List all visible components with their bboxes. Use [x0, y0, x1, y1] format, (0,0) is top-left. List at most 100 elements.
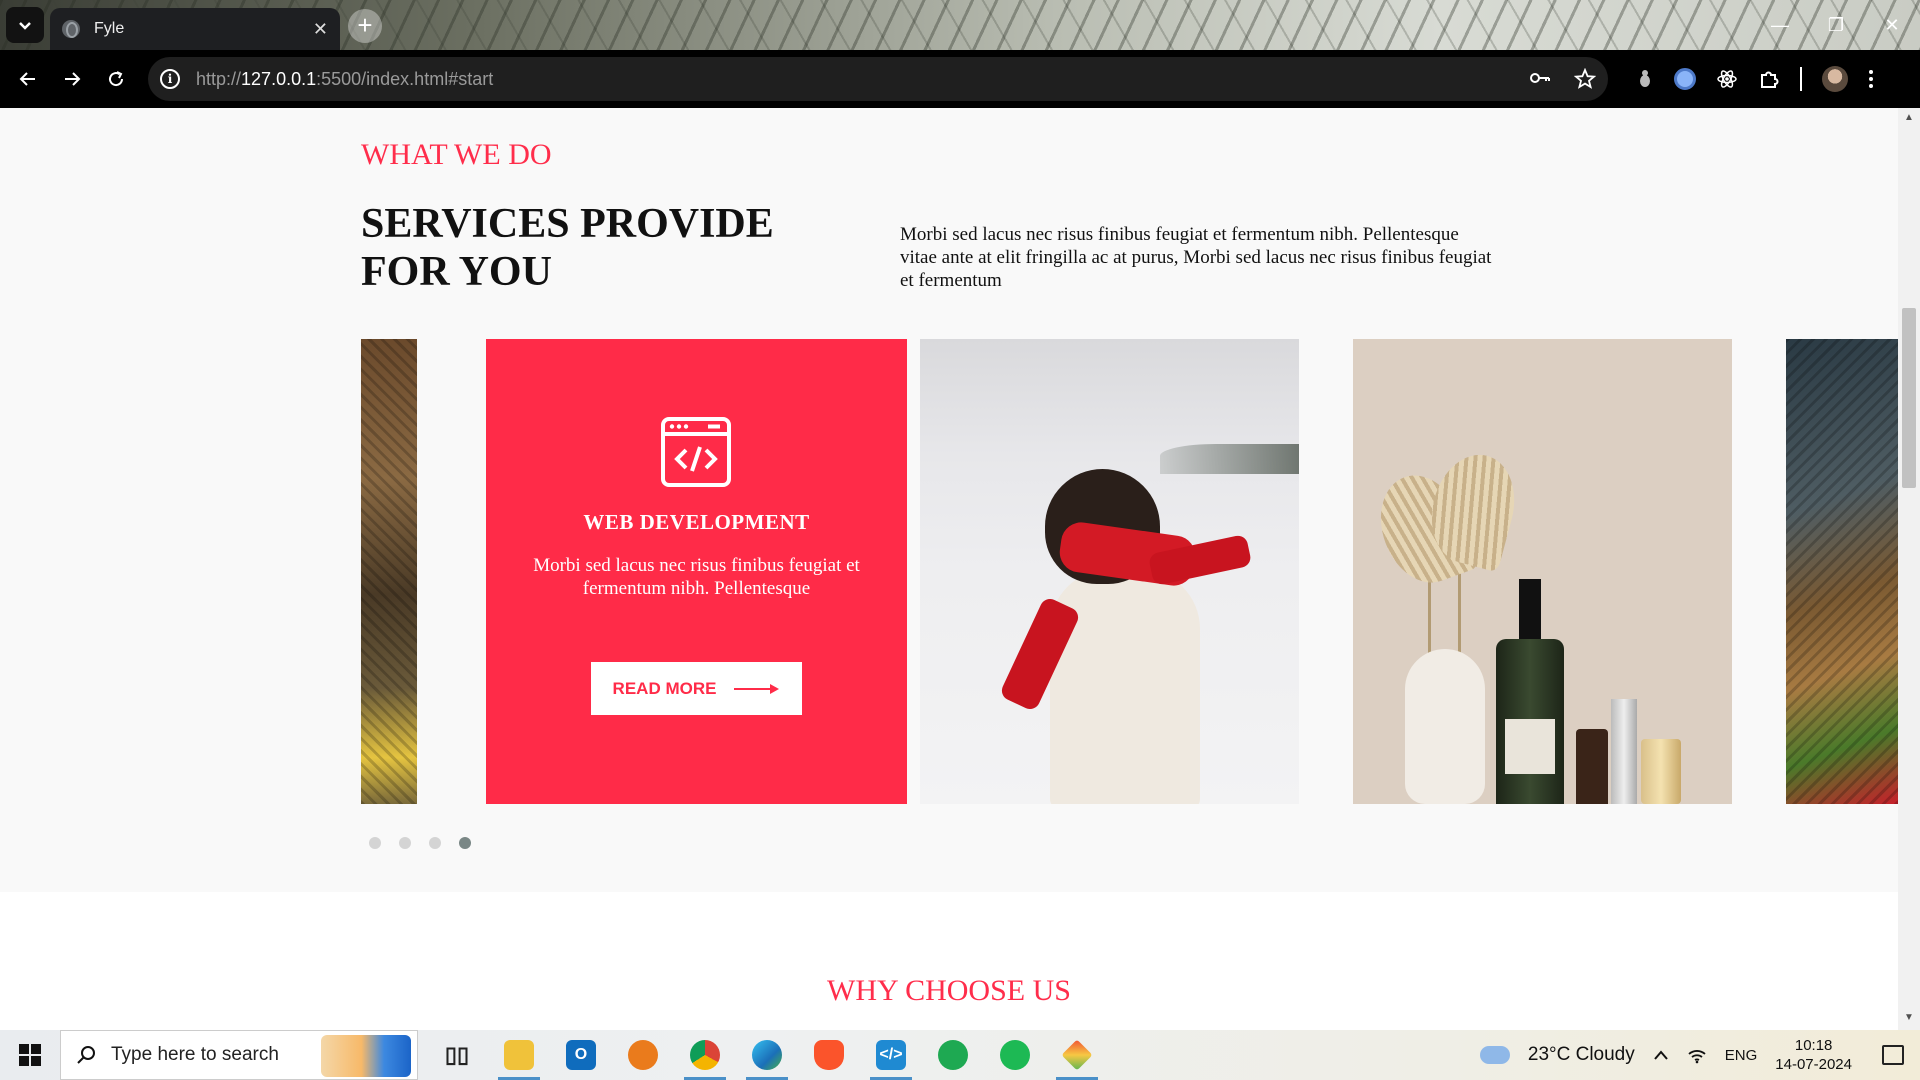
chrome-app[interactable]: [674, 1030, 736, 1080]
weather-text[interactable]: 23°C Cloudy: [1528, 1044, 1635, 1066]
photo-person-coat: [1050, 569, 1200, 804]
cloud-icon: [1479, 1046, 1510, 1064]
photo-vase: [1405, 649, 1485, 804]
chevron-up-icon[interactable]: [1653, 1049, 1669, 1061]
minimize-button[interactable]: —: [1752, 0, 1808, 50]
scroll-up-icon[interactable]: ▲: [1898, 112, 1920, 130]
windows-taskbar: Type here to search ▯▯ O </> 23°C Cloudy…: [0, 1030, 1920, 1080]
arrow-left-icon: [19, 72, 35, 86]
section-kicker: WHAT WE DO: [361, 138, 552, 171]
tab-search-button[interactable]: [6, 7, 44, 43]
service-card-title: WEB DEVELOPMENT: [583, 510, 810, 534]
notification-icon[interactable]: [1882, 1045, 1904, 1065]
task-view-button[interactable]: ▯▯: [426, 1030, 488, 1080]
search-extension-icon[interactable]: [1674, 68, 1696, 90]
url-scheme: http://: [196, 68, 242, 89]
puzzle-extensions-icon[interactable]: [1758, 68, 1780, 90]
globe-icon: [62, 20, 80, 38]
spotify-icon: [1000, 1040, 1030, 1070]
back-button[interactable]: [6, 57, 50, 101]
service-card-text: Morbi sed lacus nec risus finibus feugia…: [533, 555, 860, 599]
edge-app[interactable]: [736, 1030, 798, 1080]
code-window-icon: [661, 417, 731, 487]
slide-product-photo[interactable]: [1353, 339, 1732, 804]
outlook-app[interactable]: O: [550, 1030, 612, 1080]
slider-dot-3[interactable]: [429, 837, 441, 849]
taskbar-search[interactable]: Type here to search: [60, 1030, 418, 1080]
brave-app[interactable]: [798, 1030, 860, 1080]
brave-icon: [814, 1040, 844, 1070]
pinned-apps: ▯▯ O </>: [426, 1030, 1108, 1080]
whatsapp-icon: [938, 1040, 968, 1070]
vscode-app[interactable]: </>: [860, 1030, 922, 1080]
new-tab-button[interactable]: +: [348, 9, 382, 43]
clock[interactable]: 10:18 14-07-2024: [1775, 1036, 1852, 1074]
why-choose-us-title: WHY CHOOSE US: [827, 974, 1071, 1007]
toolbar-separator: [1800, 67, 1802, 91]
search-highlight-art: [321, 1035, 411, 1077]
scrollbar-thumb[interactable]: [1902, 308, 1916, 488]
page-scrollbar[interactable]: ▲ ▼: [1898, 108, 1920, 1030]
site-info-icon[interactable]: i: [160, 69, 180, 89]
address-bar-actions: [1528, 68, 1596, 90]
outlook-icon: O: [566, 1040, 596, 1070]
system-tray: 23°C Cloudy ENG 10:18 14-07-2024: [1479, 1036, 1920, 1074]
read-more-button[interactable]: READ MORE: [591, 662, 802, 715]
services-slider[interactable]: WEB DEVELOPMENT Morbi sed lacus nec risu…: [361, 339, 1898, 804]
photo-perfume-bottle: [1641, 739, 1681, 804]
language-indicator[interactable]: ENG: [1725, 1047, 1758, 1064]
slide-basket-photo-right[interactable]: [1786, 339, 1898, 804]
browser-toolbar: i http://127.0.0.1:5500/index.html#start: [0, 50, 1920, 108]
close-tab-icon[interactable]: ✕: [313, 19, 328, 40]
forward-button[interactable]: [50, 57, 94, 101]
heading-line-2: FOR YOU: [361, 249, 552, 295]
file-explorer-app[interactable]: [488, 1030, 550, 1080]
slider-dot-1[interactable]: [369, 837, 381, 849]
vscode-icon: </>: [876, 1040, 906, 1070]
spotify-app[interactable]: [984, 1030, 1046, 1080]
photo-trees: [1160, 444, 1299, 474]
star-icon[interactable]: [1574, 68, 1596, 90]
photo-silver-bottle: [1611, 699, 1637, 804]
why-choose-us-section: [0, 892, 1898, 1030]
clock-date: 14-07-2024: [1775, 1056, 1852, 1073]
magnifier-app-icon: [628, 1040, 658, 1070]
wifi-icon[interactable]: [1687, 1046, 1707, 1064]
reload-icon: [109, 71, 124, 87]
bug-extension-icon[interactable]: [1636, 69, 1654, 89]
address-bar[interactable]: i http://127.0.0.1:5500/index.html#start: [148, 57, 1608, 101]
profile-avatar[interactable]: [1822, 66, 1848, 92]
whatsapp-app[interactable]: [922, 1030, 984, 1080]
service-card-web-development[interactable]: WEB DEVELOPMENT Morbi sed lacus nec risu…: [486, 339, 907, 804]
task-view-icon: ▯▯: [444, 1042, 470, 1067]
window-controls: — ❐ ✕: [1752, 0, 1920, 50]
scroll-down-icon[interactable]: ▼: [1898, 1012, 1920, 1030]
react-devtools-icon[interactable]: [1716, 68, 1738, 90]
reload-button[interactable]: [94, 57, 138, 101]
restore-button[interactable]: ❐: [1808, 0, 1864, 50]
search-icon: [77, 1046, 95, 1064]
url-host: 127.0.0.1: [241, 68, 317, 89]
slide-basket-photo-left[interactable]: [361, 339, 417, 804]
edge-icon: [752, 1040, 782, 1070]
git-app[interactable]: [1046, 1030, 1108, 1080]
browser-tab[interactable]: Fyle ✕: [50, 8, 340, 50]
slider-dot-4[interactable]: [459, 837, 471, 849]
search-tool-app[interactable]: [612, 1030, 674, 1080]
start-button[interactable]: [0, 1030, 60, 1080]
url-path: :5500/index.html#start: [316, 68, 494, 89]
key-icon[interactable]: [1528, 68, 1552, 88]
photo-pump: [1519, 579, 1541, 641]
photo-serum-bottle: [1576, 729, 1608, 804]
tab-title: Fyle: [94, 20, 125, 37]
page-viewport: WHAT WE DO SERVICES PROVIDE FOR YOU Morb…: [0, 108, 1898, 1030]
more-menu-icon[interactable]: [1868, 68, 1874, 90]
clock-time: 10:18: [1794, 1037, 1833, 1054]
photo-bottle-label: [1505, 719, 1555, 774]
slide-snow-photo[interactable]: [920, 339, 1299, 804]
read-more-label: READ MORE: [612, 678, 717, 698]
slider-dot-2[interactable]: [399, 837, 411, 849]
chrome-icon: [690, 1040, 720, 1070]
folder-icon: [504, 1040, 534, 1070]
close-window-button[interactable]: ✕: [1864, 0, 1920, 50]
